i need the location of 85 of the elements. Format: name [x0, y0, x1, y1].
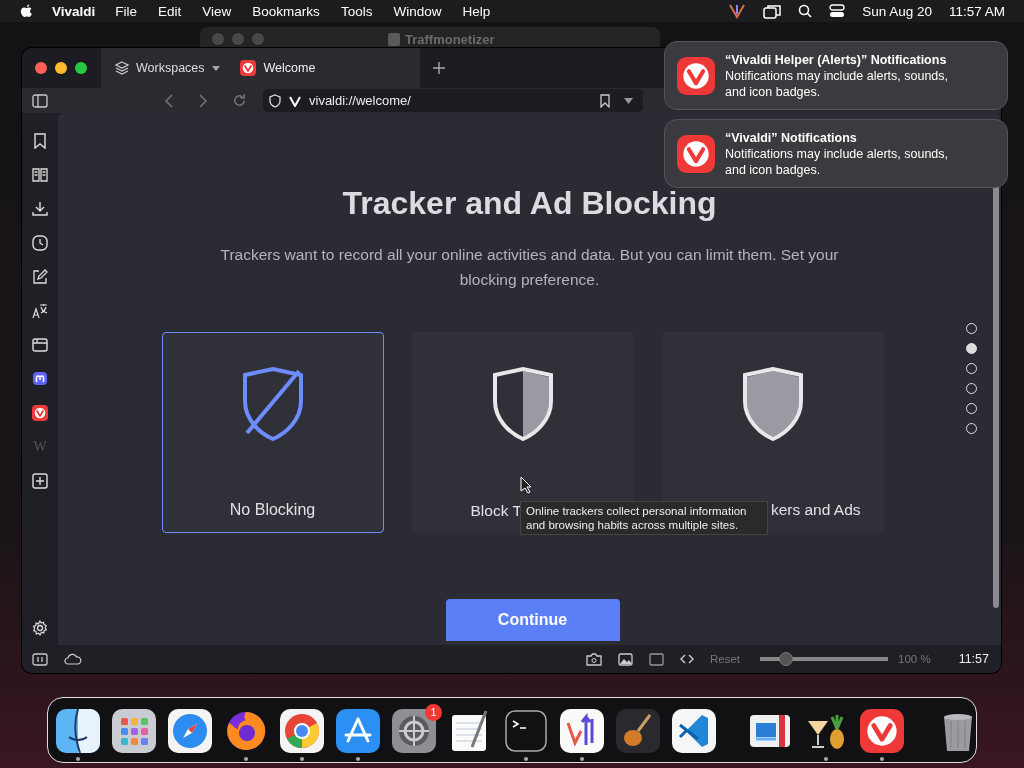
menu-item[interactable]: Tools	[340, 3, 373, 19]
bookmark-icon[interactable]	[600, 93, 610, 108]
bookmark-icon[interactable]	[32, 133, 48, 149]
plus-icon[interactable]	[32, 473, 48, 489]
continue-button[interactable]: Continue	[445, 599, 620, 641]
page-heading: Tracker and Ad Blocking	[342, 185, 717, 222]
square-icon[interactable]	[649, 652, 664, 666]
notification-title: “Vivaldi” Notifications	[725, 129, 858, 146]
crossed-shield-icon	[240, 367, 305, 443]
layers-icon	[115, 61, 129, 75]
window-title: Traffmonetizer	[388, 31, 495, 47]
vivaldi-icon[interactable]	[860, 709, 904, 753]
close-button[interactable]	[35, 62, 47, 74]
code-editor-icon[interactable]	[672, 709, 716, 753]
chrome-icon[interactable]	[280, 709, 324, 753]
notification[interactable]: “Vivaldi” Notifications Notifications may include alerts, sounds, and icon badges.	[664, 119, 1008, 188]
caret-icon	[211, 65, 220, 71]
window-icon[interactable]	[32, 337, 48, 353]
shield-icon	[740, 367, 805, 443]
grid-icon[interactable]	[112, 709, 156, 753]
menu-item[interactable]: Window	[393, 3, 442, 19]
menu-item[interactable]: Edit	[158, 3, 182, 19]
new-tab-icon[interactable]	[431, 61, 446, 75]
step-dot[interactable]	[966, 343, 977, 354]
caret-icon[interactable]	[624, 97, 633, 104]
translate-icon[interactable]	[32, 303, 48, 319]
vivaldi-icon[interactable]	[32, 405, 48, 421]
vpn-icon[interactable]	[728, 3, 747, 19]
menu-time[interactable]: 11:57 AM	[948, 3, 1005, 19]
settings-icon[interactable]	[32, 620, 48, 636]
app-store-icon[interactable]	[336, 709, 380, 753]
option-label: No Blocking	[228, 501, 317, 519]
compass-icon[interactable]	[168, 709, 212, 753]
option-label: kers and Ads	[770, 501, 861, 519]
apple-icon[interactable]	[19, 2, 34, 20]
menu-item[interactable]: Bookmarks	[252, 3, 320, 19]
tooltip: Online trackers collect personal information and browsing habits across multiple sites.	[520, 501, 768, 535]
code-icon[interactable]	[680, 654, 694, 664]
vivaldi-icon	[677, 134, 715, 173]
notification-body: Notifications may include alerts, sounds, and icon badges.	[725, 67, 950, 100]
status-clock: 11:57	[958, 652, 989, 666]
clock-icon[interactable]	[32, 235, 48, 251]
vivaldi-icon	[289, 94, 301, 107]
blocking-option-card[interactable]: No Blocking	[161, 332, 384, 533]
download-icon[interactable]	[32, 201, 48, 217]
finder-icon[interactable]	[56, 709, 100, 753]
search-icon[interactable]	[798, 4, 813, 18]
terminal-icon[interactable]	[504, 709, 548, 753]
panel-toggle-icon[interactable]	[32, 93, 48, 108]
page-description: Trackers want to record all your online activities and data. But you can limit them. Set your blocking preference.	[219, 245, 840, 290]
forward-icon[interactable]	[198, 93, 208, 108]
zoom-button[interactable]	[75, 62, 87, 74]
image-icon[interactable]	[618, 652, 633, 666]
control-center-icon[interactable]	[829, 4, 846, 18]
arrows-icon[interactable]	[560, 709, 604, 753]
workspaces-button[interactable]: Workspaces	[101, 48, 228, 88]
cloud-icon[interactable]	[64, 653, 82, 665]
book-icon[interactable]	[32, 167, 48, 183]
menu-app-name[interactable]: Vivaldi	[52, 3, 96, 19]
camera-icon[interactable]	[586, 652, 602, 666]
vivaldi-icon	[239, 60, 256, 76]
notification-badge: 1	[425, 704, 442, 721]
pencil-icon[interactable]	[32, 269, 48, 285]
address-field[interactable]: vivaldi://welcome/	[263, 89, 643, 112]
gear-icon[interactable]	[392, 709, 436, 753]
vivaldi-icon	[677, 56, 715, 95]
cursor-icon	[520, 476, 532, 494]
back-icon[interactable]	[164, 93, 174, 108]
reload-icon[interactable]	[232, 93, 247, 108]
menu-date[interactable]: Sun Aug 20	[862, 3, 932, 19]
windows-icon[interactable]	[763, 3, 782, 19]
menu-item[interactable]: View	[202, 3, 232, 19]
mastodon-icon[interactable]	[32, 371, 48, 387]
shield-icon	[490, 367, 555, 443]
notification-title: “Vivaldi Helper (Alerts)” Notifications	[725, 51, 948, 68]
zoom-reading: 100 %	[898, 653, 931, 665]
menu-item[interactable]: File	[115, 3, 138, 19]
minimize-button[interactable]	[55, 62, 67, 74]
notification[interactable]: “Vivaldi Helper (Alerts)” Notifications Notifications may include alerts, sounds, and icon badges.	[664, 41, 1008, 110]
notification-body: Notifications may include alerts, sounds, and icon badges.	[725, 145, 950, 178]
panel-icon[interactable]	[32, 652, 48, 666]
shield-icon[interactable]	[269, 93, 281, 108]
menu-item[interactable]: Help	[462, 3, 491, 19]
browser-tab[interactable]: Welcome	[227, 48, 420, 88]
zoom-reset[interactable]: Reset	[710, 653, 741, 665]
